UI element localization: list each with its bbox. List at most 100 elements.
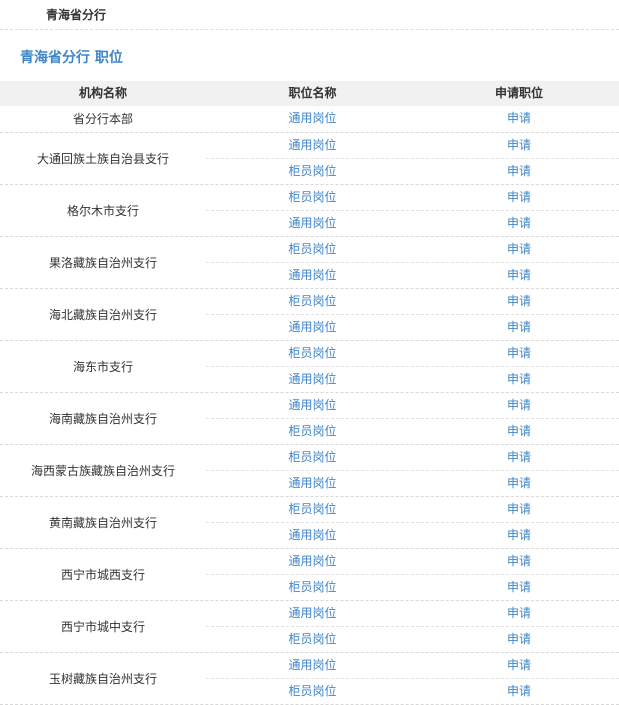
org-name: 省分行本部 — [72, 112, 133, 127]
position-link[interactable]: 柜员岗位 — [206, 185, 419, 210]
column-header-org: 机构名称 — [78, 86, 127, 100]
org-name: 海东市支行 — [72, 359, 133, 374]
table-row: 柜员岗位 申请 — [206, 678, 619, 704]
table-body: 省分行本部 通用岗位 申请 大通回族土族自治县支行 通用岗位 申请 柜员岗位 申请 格尔木市支行… — [0, 106, 619, 705]
apply-link[interactable]: 申请 — [419, 627, 619, 652]
position-link[interactable]: 通用岗位 — [206, 523, 419, 548]
position-link[interactable]: 柜员岗位 — [206, 289, 419, 314]
table-row: 通用岗位 申请 — [206, 601, 619, 627]
table-row: 柜员岗位 申请 — [206, 289, 619, 315]
apply-link[interactable]: 申请 — [419, 653, 619, 678]
org-group: 西宁市城西支行 通用岗位 申请 柜员岗位 申请 — [0, 549, 619, 601]
org-name: 大通回族土族自治县支行 — [36, 151, 169, 166]
org-group: 果洛藏族自治州支行 柜员岗位 申请 通用岗位 申请 — [0, 237, 619, 289]
org-name: 海南藏族自治州支行 — [48, 411, 157, 426]
position-link[interactable]: 通用岗位 — [206, 367, 419, 392]
position-link[interactable]: 柜员岗位 — [206, 497, 419, 522]
position-link[interactable]: 通用岗位 — [206, 393, 419, 418]
position-link[interactable]: 通用岗位 — [206, 106, 419, 131]
apply-link[interactable]: 申请 — [419, 289, 619, 314]
table-row: 柜员岗位 申请 — [206, 574, 619, 600]
table-row: 通用岗位 申请 — [206, 653, 619, 679]
org-group: 大通回族土族自治县支行 通用岗位 申请 柜员岗位 申请 — [0, 133, 619, 185]
org-name: 西宁市城西支行 — [60, 567, 145, 582]
table-row: 柜员岗位 申请 — [206, 237, 619, 263]
apply-link[interactable]: 申请 — [419, 237, 619, 262]
position-link[interactable]: 柜员岗位 — [206, 419, 419, 444]
apply-link[interactable]: 申请 — [419, 549, 619, 574]
apply-link[interactable]: 申请 — [419, 211, 619, 236]
table-row: 通用岗位 申请 — [206, 522, 619, 548]
position-link[interactable]: 通用岗位 — [206, 263, 419, 288]
org-group: 黄南藏族自治州支行 柜员岗位 申请 通用岗位 申请 — [0, 497, 619, 549]
position-link[interactable]: 通用岗位 — [206, 601, 419, 626]
column-header-apply: 申请职位 — [494, 86, 543, 100]
apply-link[interactable]: 申请 — [419, 133, 619, 158]
org-group: 海西蒙古族藏族自治州支行 柜员岗位 申请 通用岗位 申请 — [0, 445, 619, 497]
apply-link[interactable]: 申请 — [419, 445, 619, 470]
org-name: 海北藏族自治州支行 — [48, 307, 157, 322]
table-row: 通用岗位 申请 — [206, 549, 619, 575]
section-title: 青海省分行 职位 — [20, 50, 123, 66]
table-row: 通用岗位 申请 — [206, 470, 619, 496]
org-name: 西宁市城中支行 — [60, 619, 145, 634]
position-link[interactable]: 柜员岗位 — [206, 445, 419, 470]
position-link[interactable]: 柜员岗位 — [206, 159, 419, 184]
position-link[interactable]: 柜员岗位 — [206, 627, 419, 652]
position-link[interactable]: 柜员岗位 — [206, 341, 419, 366]
table-row: 柜员岗位 申请 — [206, 341, 619, 367]
org-group: 省分行本部 通用岗位 申请 — [0, 106, 619, 133]
apply-link[interactable]: 申请 — [419, 159, 619, 184]
org-group: 海北藏族自治州支行 柜员岗位 申请 通用岗位 申请 — [0, 289, 619, 341]
table-row: 通用岗位 申请 — [206, 210, 619, 236]
apply-link[interactable]: 申请 — [419, 315, 619, 340]
apply-link[interactable]: 申请 — [419, 679, 619, 704]
apply-link[interactable]: 申请 — [419, 106, 619, 131]
table-row: 通用岗位 申请 — [206, 133, 619, 159]
org-name: 海西蒙古族藏族自治州支行 — [30, 463, 175, 478]
table-row: 柜员岗位 申请 — [206, 158, 619, 184]
apply-link[interactable]: 申请 — [419, 471, 619, 496]
branch-title: 青海省分行 — [46, 8, 107, 22]
branch-header: 青海省分行 — [0, 0, 619, 30]
position-link[interactable]: 通用岗位 — [206, 133, 419, 158]
position-link[interactable]: 柜员岗位 — [206, 679, 419, 704]
table-row: 柜员岗位 申请 — [206, 445, 619, 471]
org-name: 玉树藏族自治州支行 — [48, 671, 157, 686]
apply-link[interactable]: 申请 — [419, 341, 619, 366]
position-link[interactable]: 柜员岗位 — [206, 575, 419, 600]
position-link[interactable]: 柜员岗位 — [206, 237, 419, 262]
apply-link[interactable]: 申请 — [419, 185, 619, 210]
apply-link[interactable]: 申请 — [419, 601, 619, 626]
table-header: 机构名称 职位名称 申请职位 — [0, 81, 619, 106]
table-row: 柜员岗位 申请 — [206, 626, 619, 652]
apply-link[interactable]: 申请 — [419, 419, 619, 444]
org-name: 黄南藏族自治州支行 — [48, 515, 157, 530]
org-group: 格尔木市支行 柜员岗位 申请 通用岗位 申请 — [0, 185, 619, 237]
table-row: 通用岗位 申请 — [206, 314, 619, 340]
position-link[interactable]: 通用岗位 — [206, 211, 419, 236]
apply-link[interactable]: 申请 — [419, 393, 619, 418]
position-link[interactable]: 通用岗位 — [206, 653, 419, 678]
apply-link[interactable]: 申请 — [419, 497, 619, 522]
positions-table: 机构名称 职位名称 申请职位 省分行本部 通用岗位 申请 大通回族土族自治县支行 通用岗… — [0, 81, 619, 705]
column-header-position: 职位名称 — [288, 86, 337, 100]
org-name: 果洛藏族自治州支行 — [48, 255, 157, 270]
apply-link[interactable]: 申请 — [419, 367, 619, 392]
table-row: 柜员岗位 申请 — [206, 185, 619, 211]
apply-link[interactable]: 申请 — [419, 523, 619, 548]
position-link[interactable]: 通用岗位 — [206, 471, 419, 496]
org-group: 西宁市城中支行 通用岗位 申请 柜员岗位 申请 — [0, 601, 619, 653]
table-row: 柜员岗位 申请 — [206, 497, 619, 523]
position-link[interactable]: 通用岗位 — [206, 549, 419, 574]
table-row: 通用岗位 申请 — [206, 393, 619, 419]
table-row: 通用岗位 申请 — [206, 366, 619, 392]
org-name: 格尔木市支行 — [66, 203, 139, 218]
apply-link[interactable]: 申请 — [419, 263, 619, 288]
table-row: 通用岗位 申请 — [206, 262, 619, 288]
position-link[interactable]: 通用岗位 — [206, 315, 419, 340]
org-group: 海南藏族自治州支行 通用岗位 申请 柜员岗位 申请 — [0, 393, 619, 445]
org-group: 海东市支行 柜员岗位 申请 通用岗位 申请 — [0, 341, 619, 393]
apply-link[interactable]: 申请 — [419, 575, 619, 600]
table-row: 通用岗位 申请 — [206, 106, 619, 132]
